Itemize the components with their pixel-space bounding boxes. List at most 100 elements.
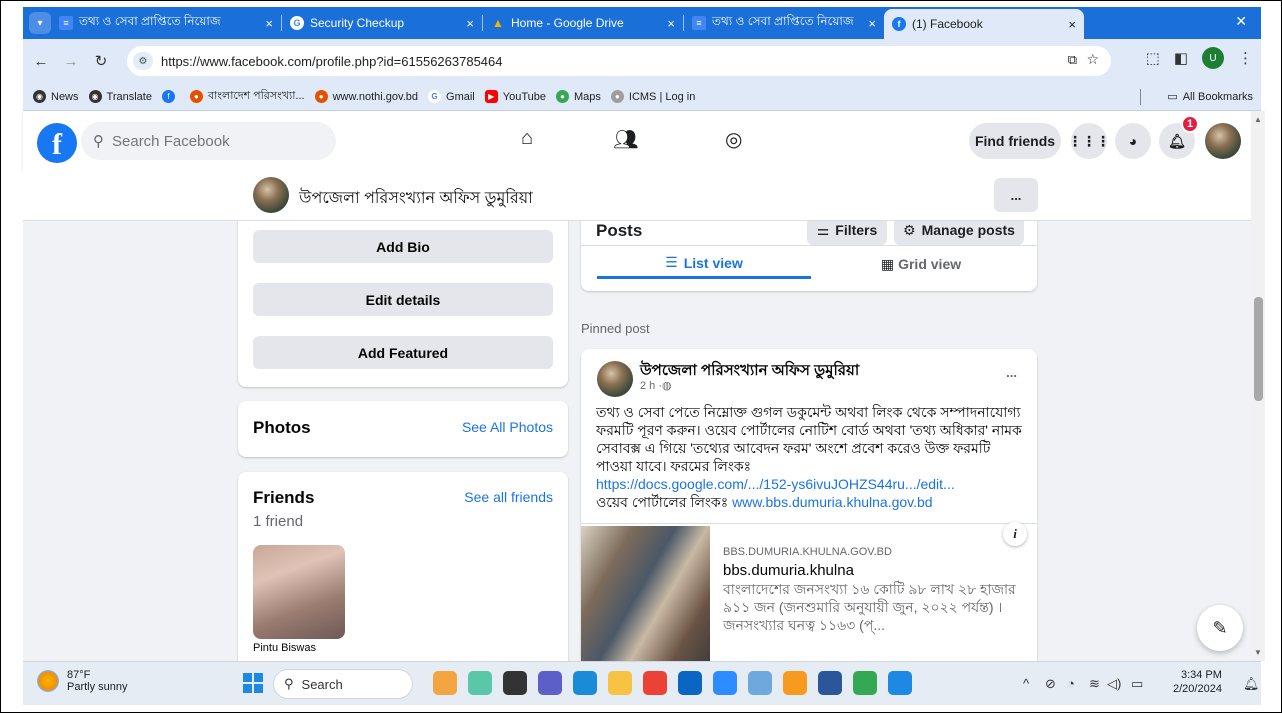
close-icon[interactable]: × (868, 16, 876, 31)
account-avatar[interactable] (1205, 123, 1241, 159)
facebook-logo-icon[interactable]: f (37, 123, 77, 163)
wifi-icon[interactable]: ≋ (1089, 676, 1100, 692)
notifications-icon[interactable]: 🔔︎ (1243, 676, 1260, 692)
search-input[interactable] (112, 132, 312, 150)
bookmark-star-icon[interactable]: ☆ (1086, 51, 1099, 68)
side-panel-icon[interactable]: ◧ (1174, 49, 1188, 67)
post-text: তথ্য ও সেবা পেতে নিম্নোক্ত গুগল ডকুমেন্ট… (596, 404, 1022, 474)
vpn-icon[interactable]: ⊘ (1045, 676, 1056, 692)
bookmark-bbs[interactable]: ● বাংলাদেশ পরিসংখ্যা... (189, 87, 305, 106)
home-icon[interactable]: ⌂ (521, 127, 533, 150)
start-button[interactable] (243, 673, 263, 693)
link-preview-title[interactable]: bbs.dumuria.khulna (723, 562, 854, 579)
see-all-photos-link[interactable]: See All Photos (462, 419, 553, 435)
reload-icon[interactable]: ↻ (89, 52, 113, 70)
profile-name[interactable]: উপজেলা পরিসংখ্যান অফিস ডুমুরিয়া (299, 185, 533, 212)
manage-posts-button[interactable]: ⚙ Manage posts (894, 221, 1024, 245)
friend-photo[interactable] (253, 545, 345, 639)
bookmark-translate[interactable]: ◉ Translate (88, 90, 152, 103)
weather-widget[interactable]: 87°F Partly sunny (37, 669, 128, 693)
back-icon[interactable]: ← (29, 53, 53, 70)
menu-kebab-icon[interactable]: ⋮ (1238, 49, 1253, 67)
scroll-down-icon[interactable]: ▼ (1254, 648, 1262, 657)
edit-details-button[interactable]: Edit details (253, 283, 553, 316)
forward-icon[interactable]: → (59, 53, 83, 70)
app-tray-icon[interactable]: ◔ (1067, 676, 1075, 691)
post-author-avatar[interactable] (597, 361, 633, 397)
chrome-icon[interactable] (643, 671, 667, 695)
info-icon[interactable]: i (1003, 522, 1027, 546)
close-icon[interactable]: × (667, 16, 675, 31)
close-icon[interactable]: × (466, 16, 474, 31)
volume-icon[interactable]: ◁) (1107, 676, 1121, 692)
taskbar-search[interactable]: ⚲ Search (273, 669, 413, 699)
divider (1140, 89, 1141, 105)
facebook-search[interactable]: ⚲ (81, 122, 336, 160)
url-text[interactable]: https://www.facebook.com/profile.php?id=… (161, 54, 503, 69)
install-app-icon[interactable]: ⧉ (1068, 52, 1077, 68)
site-info-icon[interactable]: ⚙ (133, 52, 153, 70)
chevron-up-icon[interactable]: ^ (1023, 676, 1029, 691)
groups-icon[interactable]: ◎ (725, 127, 742, 152)
bookmark-icms[interactable]: ● ICMS | Log in (610, 90, 695, 103)
extensions-icon[interactable]: ⬚ (1146, 49, 1160, 67)
tab-google-drive[interactable]: ▲ Home - Google Drive × (483, 9, 683, 37)
tab-docs-2[interactable]: ≡ তথ্য ও সেবা প্রাপ্তিতে নিয়োজ × (684, 9, 884, 37)
post-docs-link[interactable]: https://docs.google.com/.../152-ys6ivuJO… (596, 476, 955, 492)
see-all-friends-link[interactable]: See all friends (464, 489, 553, 505)
find-friends-button[interactable]: Find friends (969, 123, 1061, 159)
profile-more-button[interactable]: ... (994, 178, 1038, 212)
tab-search-button[interactable]: ▾ (29, 12, 51, 34)
page-scrollbar[interactable]: ▲ ▼ (1251, 111, 1265, 661)
address-bar[interactable]: ⚙ https://www.facebook.com/profile.php?i… (127, 46, 1111, 76)
post-more-button[interactable]: ... (1006, 365, 1017, 380)
bookmark-facebook[interactable]: f (161, 90, 180, 103)
link-preview[interactable]: BBS.DUMURIA.KHULNA.GOV.BD bbs.dumuria.kh… (581, 522, 1037, 661)
post-timestamp[interactable]: 2 h ·◍ (640, 379, 672, 392)
menu-grid-icon[interactable]: ⋮⋮⋮ (1068, 123, 1110, 159)
friends-icon[interactable]: 👥︎ (613, 127, 638, 152)
tab-grid-view[interactable]: ▦ Grid view (821, 249, 1021, 279)
scroll-up-icon[interactable]: ▲ (1254, 115, 1262, 124)
task-view-icon[interactable] (503, 671, 527, 695)
filters-button[interactable]: ⚌ Filters (807, 221, 887, 245)
link-preview-image[interactable] (581, 526, 710, 661)
post-author[interactable]: উপজেলা পরিসংখ্যান অফিস ডুমুরিয়া (640, 359, 859, 384)
add-bio-button[interactable]: Add Bio (253, 230, 553, 263)
new-message-button[interactable]: ✎ (1197, 605, 1243, 651)
window-close-icon[interactable]: ✕ (1235, 13, 1247, 30)
copilot-icon[interactable] (468, 671, 492, 695)
battery-icon[interactable]: ▭ (1131, 676, 1143, 692)
post-portal-link[interactable]: www.bbs.dumuria.khulna.gov.bd (732, 494, 933, 510)
tab-docs-1[interactable]: ≡ তথ্য ও সেবা প্রাপ্তিতে নিয়োজ × (51, 9, 281, 37)
word-icon[interactable] (818, 671, 842, 695)
edge-icon[interactable] (573, 671, 597, 695)
file-explorer-icon[interactable] (608, 671, 632, 695)
network-app-icon[interactable] (748, 671, 772, 695)
bookmark-news[interactable]: ◉ News (33, 90, 79, 103)
add-featured-button[interactable]: Add Featured (253, 336, 553, 369)
tab-list-view[interactable]: ☰ List view (597, 249, 811, 279)
profile-avatar-icon[interactable]: U (1202, 47, 1224, 69)
chrome-profile-icon[interactable] (853, 671, 877, 695)
clock[interactable]: 3:34 PM 2/20/2024 (1173, 668, 1222, 696)
office-icon[interactable] (783, 671, 807, 695)
pinned-app-icon[interactable] (888, 671, 912, 695)
friend-name[interactable]: Pintu Biswas (253, 642, 316, 654)
all-bookmarks-button[interactable]: ▭ All Bookmarks (1167, 90, 1253, 104)
profile-avatar[interactable] (253, 177, 289, 213)
meet-icon[interactable] (538, 671, 562, 695)
tab-facebook[interactable]: f (1) Facebook × (884, 9, 1084, 39)
messenger-icon[interactable]: ◕ (1115, 123, 1151, 159)
bookmark-gmail[interactable]: G Gmail (428, 90, 475, 103)
bookmark-nothi[interactable]: ● www.nothi.gov.bd (314, 90, 418, 103)
close-icon[interactable]: × (265, 16, 273, 31)
scroll-thumb[interactable] (1254, 297, 1263, 401)
widgets-app-icon[interactable] (433, 671, 457, 695)
close-icon[interactable]: × (1068, 17, 1076, 32)
bookmark-maps[interactable]: ● Maps (555, 90, 601, 103)
zoom-icon[interactable] (713, 671, 737, 695)
bookmark-youtube[interactable]: ▶ YouTube (484, 90, 546, 103)
tab-security-checkup[interactable]: G Security Checkup × (282, 9, 482, 37)
mail-icon[interactable] (678, 671, 702, 695)
